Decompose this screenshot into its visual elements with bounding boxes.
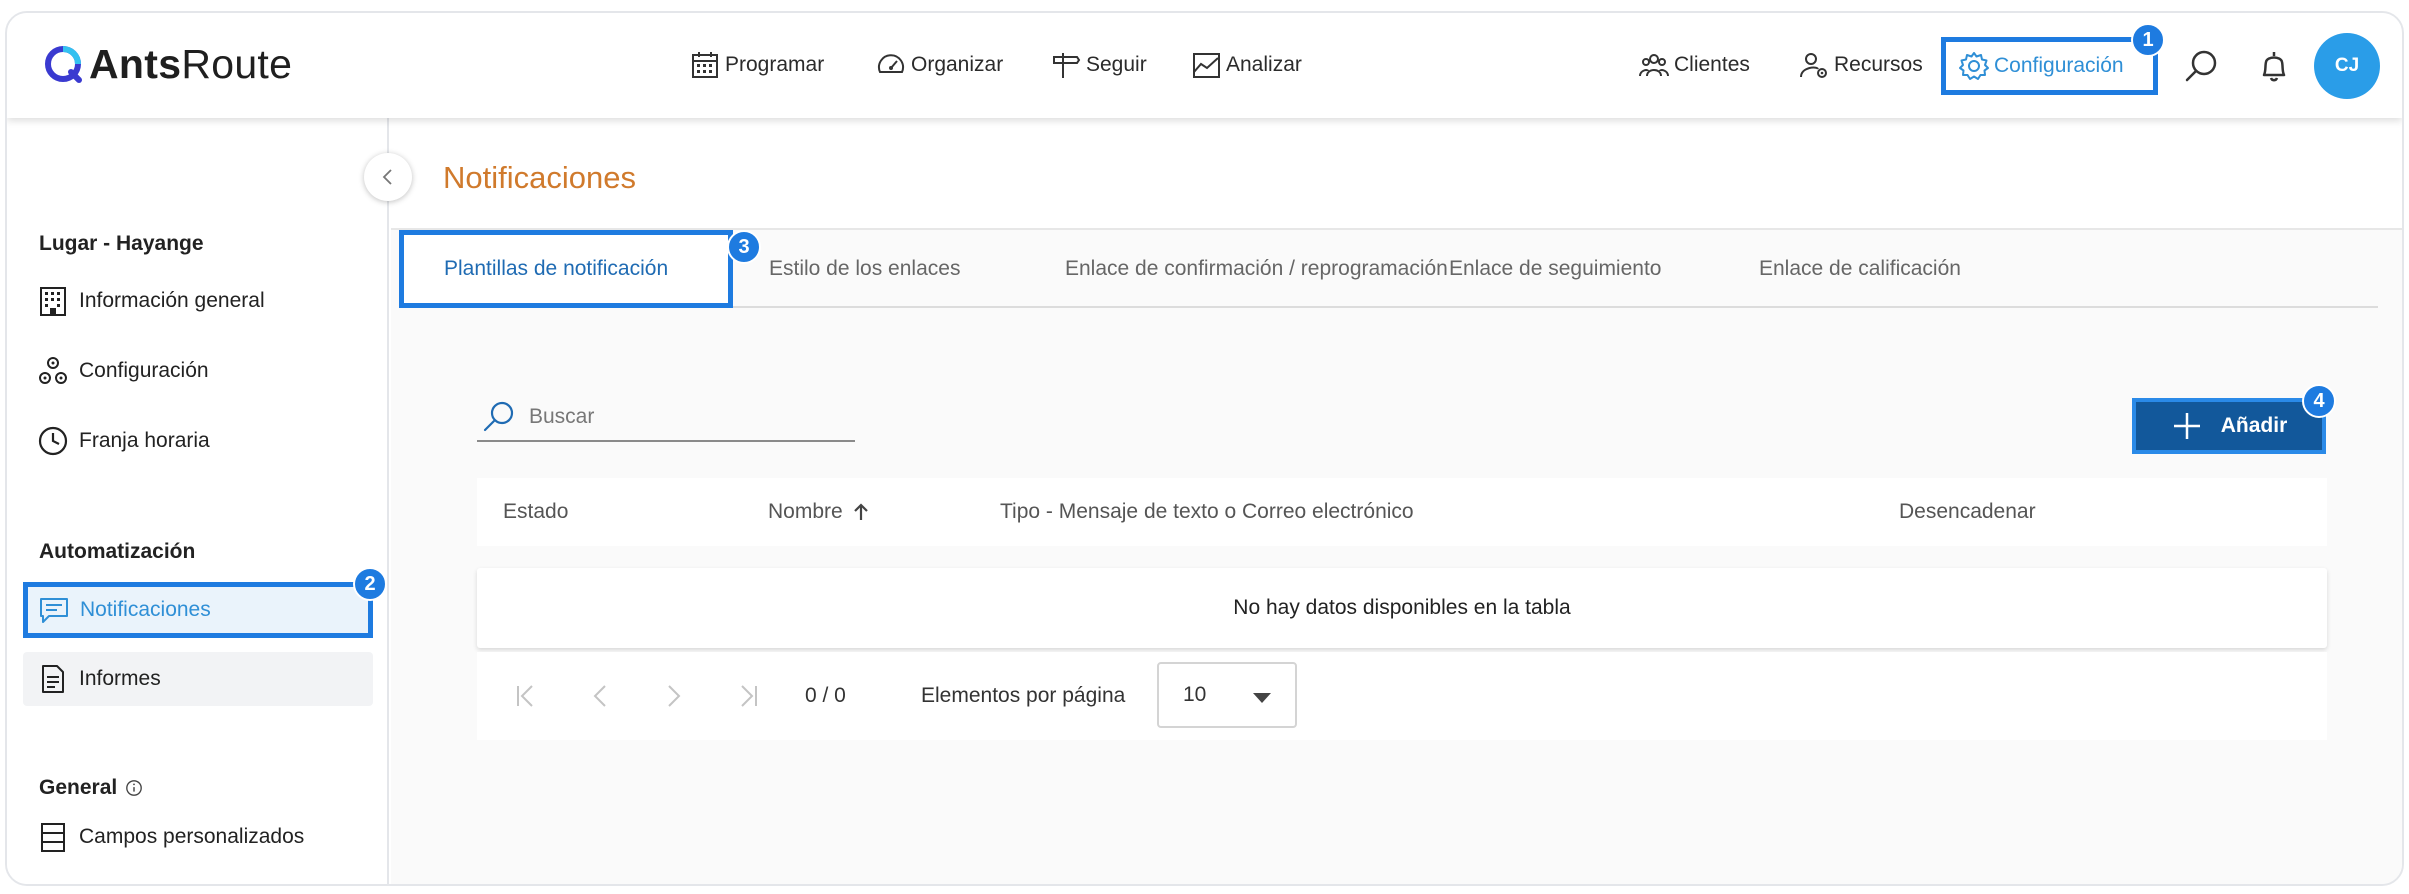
sidebar-item-configuracion[interactable]: Configuración	[23, 344, 373, 398]
info-icon[interactable]	[125, 779, 143, 797]
building-icon	[40, 287, 66, 316]
search-icon[interactable]	[2182, 46, 2222, 86]
nav-clientes-label: Clientes	[1674, 53, 1750, 76]
nav-seguir[interactable]: Seguir	[1051, 43, 1147, 87]
gears-icon	[39, 357, 67, 384]
nav-programar[interactable]: Programar	[690, 43, 824, 87]
step-badge-1: 1	[2131, 23, 2165, 57]
nav-recursos-label: Recursos	[1834, 53, 1923, 76]
empty-table-message: No hay datos disponibles en la tabla	[477, 568, 2327, 648]
sidebar: Lugar - Hayange Información general Conf…	[7, 118, 389, 884]
tab-enlace-calificacion[interactable]: Enlace de calificación	[1759, 230, 1961, 308]
bell-icon[interactable]	[2254, 46, 2294, 86]
step-badge-4: 4	[2302, 384, 2336, 418]
nav-analizar[interactable]: Analizar	[1191, 43, 1302, 87]
column-nombre[interactable]: Nombre	[768, 500, 871, 524]
step-badge-2: 2	[353, 567, 387, 601]
sidebar-item-label: Informes	[79, 667, 161, 690]
sidebar-item-notificaciones[interactable]: Notificaciones	[23, 582, 373, 638]
add-button[interactable]: Añadir	[2132, 398, 2326, 454]
tab-bar: Plantillas de notificación Estilo de los…	[399, 230, 2378, 308]
sidebar-item-label: Notificaciones	[80, 598, 211, 621]
search-field	[477, 394, 855, 442]
sidebar-item-label: Campos personalizados	[79, 825, 305, 848]
message-icon	[40, 598, 68, 623]
last-page-icon[interactable]	[731, 680, 763, 712]
sidebar-item-informes[interactable]: Informes	[23, 652, 373, 706]
plus-icon	[2173, 413, 2200, 439]
user-gear-icon	[1799, 50, 1829, 80]
tab-estilo-enlaces[interactable]: Estilo de los enlaces	[769, 230, 960, 308]
column-estado[interactable]: Estado	[503, 500, 568, 524]
user-avatar[interactable]: CJ	[2314, 33, 2380, 99]
gear-icon	[1959, 52, 1989, 80]
users-group-icon	[1639, 50, 1669, 80]
add-button-label: Añadir	[2220, 414, 2288, 437]
calendar-icon	[690, 50, 720, 80]
page-size-value: 10	[1183, 683, 1207, 706]
speedometer-icon	[876, 50, 906, 80]
chevron-left-icon	[382, 169, 392, 185]
tab-enlace-confirmacion[interactable]: Enlace de confirmación / reprogramación	[1065, 230, 1448, 308]
chart-line-icon	[1191, 50, 1221, 80]
sidebar-item-franja-horaria[interactable]: Franja horaria	[23, 414, 373, 468]
nav-recursos[interactable]: Recursos	[1799, 43, 1923, 87]
pager-count: 0 / 0	[805, 684, 846, 707]
search-input[interactable]	[529, 405, 829, 429]
nav-programar-label: Programar	[725, 53, 825, 76]
clock-icon	[38, 426, 68, 456]
sidebar-item-informacion-general[interactable]: Información general	[23, 274, 373, 328]
page-title-bar: Notificaciones	[391, 118, 2402, 230]
app-window: AntsRoute Programar Organizar Seguir Ana	[5, 11, 2404, 886]
document-icon	[42, 665, 64, 693]
tab-enlace-seguimiento[interactable]: Enlace de seguimiento	[1449, 230, 1661, 308]
logo-text: AntsRoute	[89, 40, 293, 87]
sidebar-item-label: Franja horaria	[79, 429, 210, 452]
sidebar-section-general-label: General	[39, 776, 118, 799]
sidebar-section-automatizacion: Automatización	[39, 540, 196, 563]
pagination-bar: 0 / 0 Elementos por página 10	[477, 652, 2327, 740]
pager-label: Elementos por página	[921, 684, 1126, 707]
main-content: Notificaciones Plantillas de notificació…	[391, 118, 2402, 884]
sidebar-collapse-button[interactable]	[364, 153, 412, 201]
prev-page-icon[interactable]	[585, 680, 617, 712]
sidebar-item-campos-personalizados[interactable]: Campos personalizados	[23, 810, 373, 864]
nav-configuracion[interactable]: Configuración	[1941, 37, 2158, 95]
logo[interactable]: AntsRoute	[43, 39, 292, 89]
nav-organizar[interactable]: Organizar	[876, 43, 1003, 87]
tab-plantillas[interactable]: Plantillas de notificación	[399, 230, 733, 308]
sidebar-section-general: General	[39, 776, 143, 800]
page-title: Notificaciones	[443, 160, 636, 195]
column-tipo[interactable]: Tipo - Mensaje de texto o Correo electró…	[1000, 500, 1414, 524]
table-rows-icon	[41, 823, 65, 852]
caret-down-icon	[1253, 693, 1271, 703]
arrow-up-icon	[853, 503, 868, 520]
logo-icon	[45, 46, 82, 83]
column-desencadenar[interactable]: Desencadenar	[1899, 500, 2036, 524]
nav-seguir-label: Seguir	[1086, 53, 1147, 76]
step-badge-3: 3	[727, 230, 761, 264]
column-nombre-label: Nombre	[768, 500, 843, 523]
top-header: AntsRoute Programar Organizar Seguir Ana	[7, 13, 2402, 118]
page-size-select[interactable]: 10	[1157, 662, 1297, 728]
next-page-icon[interactable]	[657, 680, 689, 712]
search-icon	[483, 401, 514, 432]
sidebar-item-label: Configuración	[79, 359, 209, 382]
nav-analizar-label: Analizar	[1226, 53, 1302, 76]
nav-configuracion-label: Configuración	[1994, 54, 2124, 77]
first-page-icon[interactable]	[511, 680, 543, 712]
sidebar-item-label: Información general	[79, 289, 265, 312]
nav-clientes[interactable]: Clientes	[1639, 43, 1750, 87]
nav-organizar-label: Organizar	[911, 53, 1004, 76]
sidebar-section-lugar: Lugar - Hayange	[39, 232, 204, 255]
signpost-icon	[1051, 50, 1081, 80]
table-header: Estado Nombre Tipo - Mensaje de texto o …	[477, 478, 2327, 546]
